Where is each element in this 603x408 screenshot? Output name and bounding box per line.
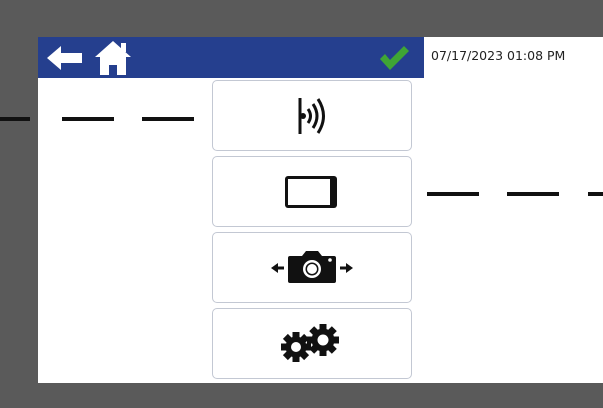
settings-menu-button[interactable] xyxy=(212,308,412,379)
signal-waves-icon xyxy=(298,97,325,134)
home-button[interactable] xyxy=(90,37,136,78)
display-menu-button[interactable] xyxy=(212,156,412,227)
datetime-display: 07/17/2023 01:08 PM xyxy=(431,48,566,63)
display-panel-icon xyxy=(285,175,337,208)
dashed-line-segment xyxy=(588,192,603,196)
camera-menu-button[interactable] xyxy=(212,232,412,303)
device-screen: 07/17/2023 01:08 PM xyxy=(38,37,603,383)
dashed-line-segment xyxy=(427,192,479,196)
checkmark-icon xyxy=(380,46,409,70)
home-icon xyxy=(95,40,131,75)
signal-menu-button[interactable] xyxy=(212,80,412,151)
arrow-left-icon xyxy=(47,45,82,70)
status-checkmark xyxy=(376,41,412,75)
dashed-line-segment xyxy=(142,117,194,121)
camera-move-icon xyxy=(271,250,353,283)
dashed-line-segment xyxy=(62,117,114,121)
dashed-line-segment xyxy=(507,192,559,196)
dashed-line-segment xyxy=(0,117,30,121)
top-bar xyxy=(38,37,424,78)
back-button[interactable] xyxy=(40,37,90,78)
gears-icon xyxy=(281,323,339,362)
